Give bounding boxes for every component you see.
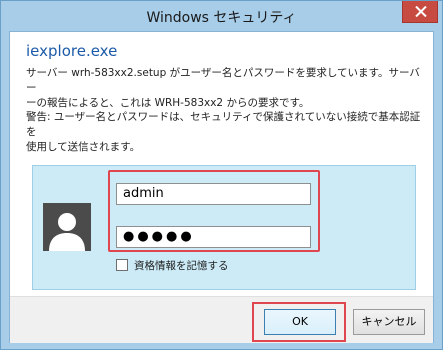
security-dialog: Windows セキュリティ iexplore.exe サーバー wrh-583… — [0, 0, 443, 350]
user-avatar-icon — [43, 203, 91, 251]
description-line-1: サーバー wrh-583xx2.setup がユーザー名とパスワードを要求してい… — [26, 67, 420, 94]
close-icon — [415, 6, 427, 17]
window-title: Windows セキュリティ — [146, 10, 297, 26]
password-field[interactable]: ●●●●● — [116, 226, 311, 248]
close-button[interactable] — [402, 1, 438, 23]
dialog-body: iexplore.exe サーバー wrh-583xx2.setup がユーザー… — [9, 31, 434, 343]
title-bar[interactable]: Windows セキュリティ — [1, 1, 442, 31]
ok-button[interactable]: OK — [264, 309, 336, 335]
cancel-button[interactable]: キャンセル — [353, 309, 425, 335]
warning-text: 警告: ユーザー名とパスワードは、セキュリティで保護されていない接続で基本認証を… — [26, 110, 426, 155]
warning-line-1: 警告: ユーザー名とパスワードは、セキュリティで保護されていない接続で基本認証を — [26, 111, 421, 138]
description-line-2: ーの報告によると、これは WRH-583xx2 からの要求です。 — [26, 97, 310, 109]
credential-panel: admin ●●●●● 資格情報を記憶する — [32, 165, 416, 290]
remember-label[interactable]: 資格情報を記憶する — [134, 258, 229, 273]
warning-line-2: 使用して送信されます。 — [26, 141, 141, 153]
description-text: サーバー wrh-583xx2.setup がユーザー名とパスワードを要求してい… — [26, 66, 426, 111]
app-title: iexplore.exe — [26, 42, 118, 60]
remember-checkbox[interactable] — [116, 259, 128, 271]
username-field[interactable]: admin — [116, 183, 311, 205]
